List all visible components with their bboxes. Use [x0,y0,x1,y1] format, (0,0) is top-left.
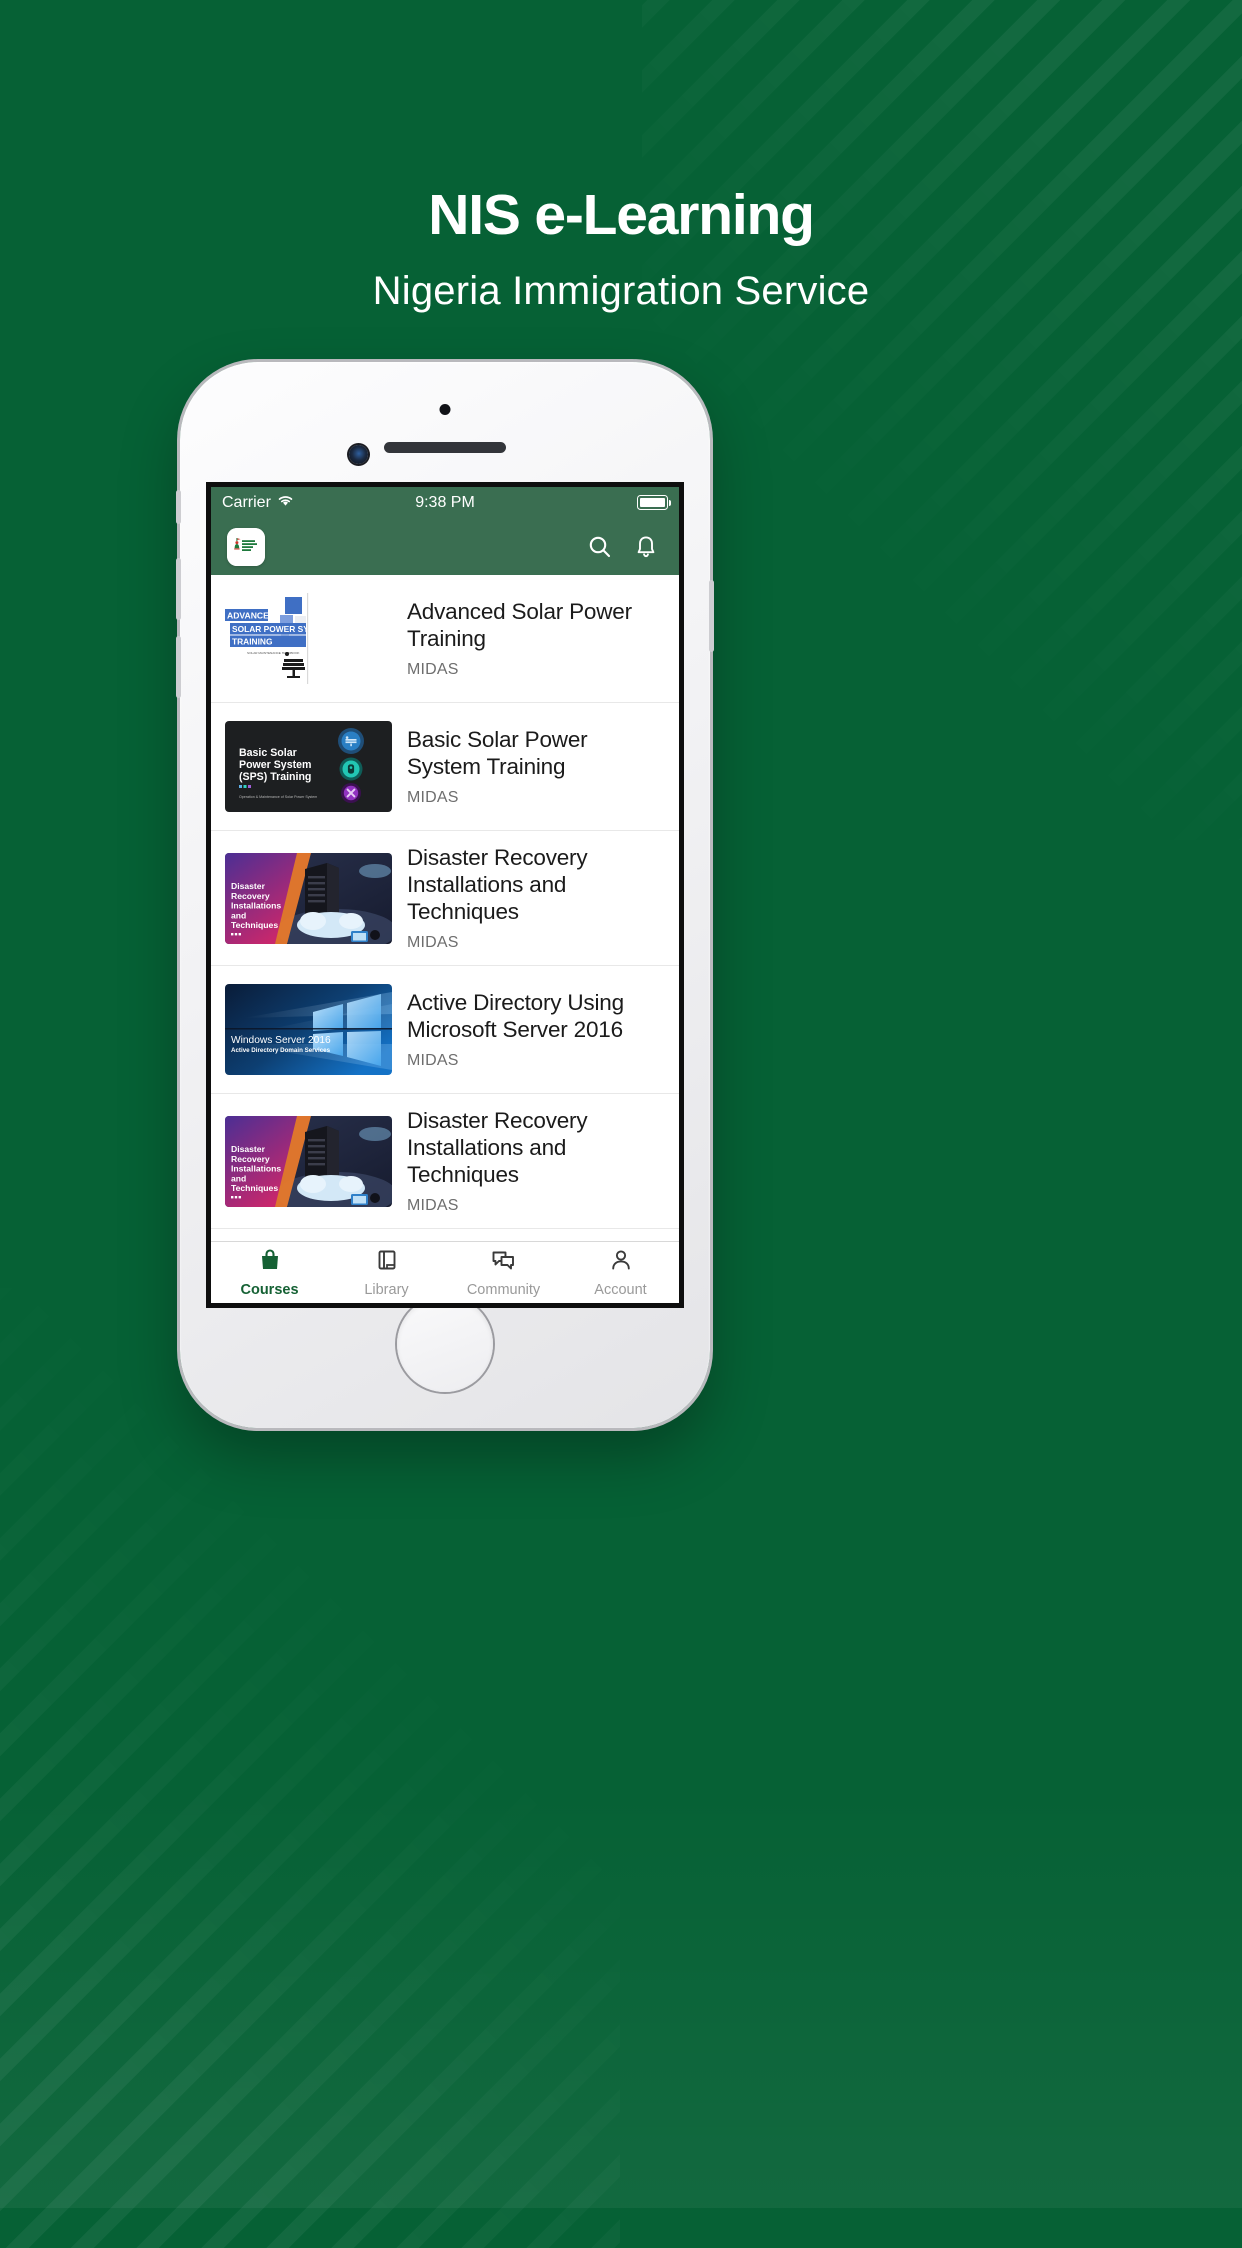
course-title: Disaster Recovery Installations and Tech… [407,1108,588,1187]
svg-text:SOLAR MAINTENANCE HANDBOOK: SOLAR MAINTENANCE HANDBOOK [247,651,300,655]
status-bar-right [475,495,671,510]
tab-label: Library [364,1281,409,1298]
advanced-solar-power-thumbnail: ADVANCED SOLAR POWER SYSTEM TRAINING SOL… [225,593,392,684]
phone-front-camera [349,445,368,464]
course-list-item[interactable]: Windows Server 2016 Active Directory Dom… [211,1229,679,1241]
svg-text:Windows Server 2016: Windows Server 2016 [231,1035,331,1046]
course-list-item[interactable]: Disaster Recovery Installations and Techniqu… [211,1094,679,1229]
svg-text:Operation & Maintenance of Sol: Operation & Maintenance of Solar Power S… [239,795,317,799]
course-list-item[interactable]: Disaster Recovery Installations and Techniqu… [211,831,679,966]
bottom-tab-bar[interactable]: Courses Library Community Account [211,1241,679,1303]
course-provider: MIDAS [407,661,459,678]
wifi-icon [277,494,294,512]
tab-label: Account [594,1281,647,1298]
tab-item-courses[interactable]: Courses [211,1242,328,1303]
phone-earpiece-speaker [384,442,506,453]
tab-label: Courses [240,1281,299,1298]
svg-text:and: and [231,910,246,920]
page-subtitle: Nigeria Immigration Service [372,268,870,313]
svg-text:Active Directory Domain Servic: Active Directory Domain Services [231,1047,331,1054]
tab-item-account[interactable]: Account [562,1242,679,1303]
course-provider: MIDAS [407,789,459,806]
disaster-recovery-thumbnail: Disaster Recovery Installations and Techniqu… [225,1115,392,1207]
bag-icon [258,1248,282,1277]
svg-text:Power System: Power System [239,759,311,771]
page-title: NIS e-Learning [428,183,815,247]
course-text-block: Basic Solar Power System Training MIDAS [392,726,665,807]
phone-power-button [709,580,714,652]
svg-text:and: and [231,1173,246,1183]
status-bar-left: Carrier [222,494,415,512]
course-provider: MIDAS [407,1052,459,1069]
course-provider: MIDAS [407,934,459,951]
course-title: Active Directory Using Microsoft Server … [407,990,624,1042]
svg-text:Recovery: Recovery [231,1153,270,1163]
course-title: Advanced Solar Power Training [407,599,632,651]
svg-text:Installations: Installations [231,900,281,910]
phone-silent-switch [176,490,181,524]
search-icon[interactable] [583,530,617,564]
course-text-block: Disaster Recovery Installations and Tech… [392,844,665,952]
svg-text:Installations: Installations [231,1163,281,1173]
status-bar: Carrier 9:38 PM [211,487,679,518]
background-stripes-top-right [642,0,1242,840]
course-text-block: Disaster Recovery Installations and Tech… [392,1107,665,1215]
svg-text:SOLAR POWER SYSTEM: SOLAR POWER SYSTEM [232,624,332,634]
course-list-item[interactable]: Windows Server 2016 Active Directory Dom… [211,966,679,1094]
tab-label: Community [466,1281,541,1298]
course-list-item[interactable]: ADVANCED SOLAR POWER SYSTEM TRAINING SOL… [211,575,679,703]
course-text-block: Advanced Solar Power Training MIDAS [392,598,665,679]
svg-text:Techniques: Techniques [231,1183,278,1193]
svg-text:Techniques: Techniques [231,920,278,930]
phone-proximity-sensor [439,404,451,415]
svg-text:Basic Solar: Basic Solar [239,747,297,759]
course-title: Disaster Recovery Installations and Tech… [407,845,588,924]
svg-text:ADVANCED: ADVANCED [227,611,275,621]
svg-text:Recovery: Recovery [231,890,270,900]
course-provider: MIDAS [407,1197,459,1214]
windows-server-2016-thumbnail: Windows Server 2016 Active Directory Dom… [225,984,392,1075]
tab-item-community[interactable]: Community [445,1242,562,1303]
course-title: Basic Solar Power System Training [407,727,588,779]
person-icon [609,1248,633,1277]
phone-volume-down-button [176,636,181,698]
tab-item-library[interactable]: Library [328,1242,445,1303]
background-glow [0,1788,1242,2208]
bell-icon[interactable] [629,530,663,564]
book-icon [375,1248,399,1277]
carrier-label: Carrier [222,493,271,511]
nis-logo[interactable] [227,527,265,566]
svg-text:Disaster: Disaster [231,881,266,891]
background-stripes-bottom-left [0,1288,620,2248]
status-bar-time: 9:38 PM [415,493,475,511]
phone-volume-up-button [176,558,181,620]
phone-screen: Carrier 9:38 PM ADVANCED SOLAR POWER SYS… [206,482,684,1308]
basic-solar-power-thumbnail: Basic Solar Power System (SPS) Training … [225,721,392,812]
headline-block: NIS e-Learning Nigeria Immigration Servi… [0,184,1242,314]
chat-icon [491,1248,516,1277]
course-list-item[interactable]: Basic Solar Power System (SPS) Training … [211,703,679,831]
course-text-block: Active Directory Using Microsoft Server … [392,989,665,1070]
svg-text:(SPS) Training: (SPS) Training [239,771,311,783]
course-list[interactable]: ADVANCED SOLAR POWER SYSTEM TRAINING SOL… [211,575,679,1241]
svg-text:TRAINING: TRAINING [232,637,272,647]
phone-home-button[interactable] [397,1296,493,1392]
svg-text:Disaster: Disaster [231,1144,266,1154]
battery-full-icon [637,495,671,510]
disaster-recovery-thumbnail: Disaster Recovery Installations and Techniqu… [225,852,392,944]
phone-mockup: Carrier 9:38 PM ADVANCED SOLAR POWER SYS… [176,362,714,1428]
app-bar [211,518,679,575]
